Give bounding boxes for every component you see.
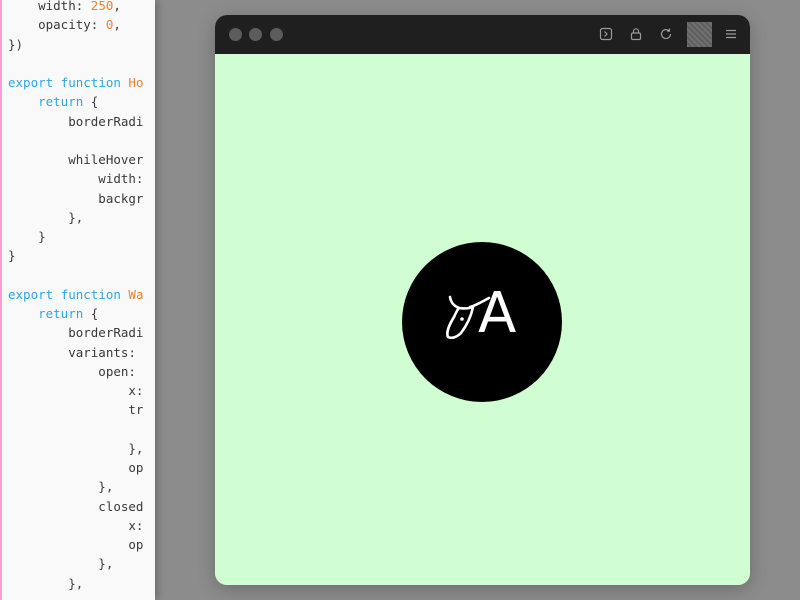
code-line: x: xyxy=(8,517,144,533)
code-line: return { xyxy=(38,94,99,110)
preview-canvas: A xyxy=(215,54,750,585)
code-line: width: 250, xyxy=(8,0,121,13)
code-line: }, xyxy=(8,440,144,456)
code-line: backgr xyxy=(8,190,144,206)
preview-window: A xyxy=(215,15,750,585)
code-line: whileHover xyxy=(8,152,144,167)
code-line: return { xyxy=(38,306,99,321)
code-line: op xyxy=(8,537,144,552)
code-line: opacity: 0, xyxy=(8,17,121,33)
code-line: width: xyxy=(8,171,144,187)
code-line: x: xyxy=(8,383,144,398)
code-line: }, xyxy=(8,479,114,495)
refresh-icon[interactable] xyxy=(657,25,675,43)
code-line: borderRadi xyxy=(8,113,144,129)
lock-icon[interactable] xyxy=(627,25,645,43)
code-editor[interactable]: width: 250, opacity: 0,}) export function… xyxy=(0,0,155,600)
color-swatch[interactable] xyxy=(687,22,712,47)
maximize-window-button[interactable] xyxy=(270,28,283,41)
code-line: }) xyxy=(8,36,24,52)
code-line: closed xyxy=(8,498,144,514)
code-line: }, xyxy=(8,556,114,572)
logo-circle[interactable]: A xyxy=(402,242,562,402)
menu-icon[interactable] xyxy=(722,25,740,43)
terminal-icon[interactable] xyxy=(597,25,615,43)
code-line: export function Wa xyxy=(8,286,144,302)
editor-gutter xyxy=(0,0,2,600)
code-line: } xyxy=(8,248,16,264)
code-line: variants: xyxy=(8,344,136,360)
code-line: open: xyxy=(8,363,136,379)
code-line: tr xyxy=(8,402,144,418)
window-titlebar xyxy=(215,15,750,54)
code-line: op xyxy=(8,460,144,475)
code-line: }, xyxy=(8,575,84,591)
minimize-window-button[interactable] xyxy=(249,28,262,41)
code-line: }, xyxy=(8,209,84,225)
code-line: borderRadi xyxy=(8,325,144,341)
close-window-button[interactable] xyxy=(229,28,242,41)
code-line: } xyxy=(8,229,46,244)
logo-letter: A xyxy=(478,281,517,346)
code-line: export function Ho xyxy=(8,75,144,90)
